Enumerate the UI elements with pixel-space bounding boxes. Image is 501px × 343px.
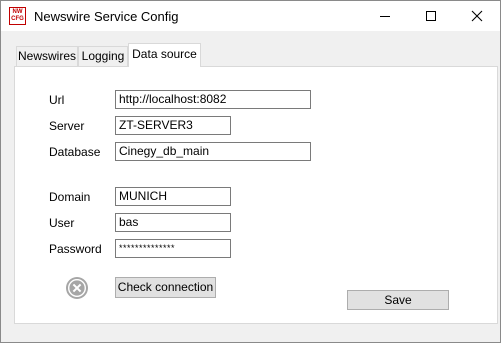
close-icon	[471, 10, 483, 22]
database-field[interactable]: Cinegy_db_main	[115, 142, 311, 161]
minimize-icon	[380, 16, 390, 17]
tab-newswires[interactable]: Newswires	[16, 46, 78, 66]
user-field[interactable]: bas	[115, 213, 231, 232]
url-label: Url	[49, 93, 65, 107]
password-label: Password	[49, 242, 102, 256]
server-label: Server	[49, 119, 85, 133]
maximize-icon	[426, 11, 436, 21]
app-window: NW CFG Newswire Service Config Newswires…	[0, 0, 501, 343]
minimize-button[interactable]	[362, 1, 408, 31]
app-icon: NW CFG	[9, 7, 26, 25]
domain-field[interactable]: MUNICH	[115, 187, 231, 206]
server-field[interactable]: ZT-SERVER3	[115, 116, 231, 135]
close-button[interactable]	[454, 1, 500, 31]
maximize-button[interactable]	[408, 1, 454, 31]
save-button[interactable]: Save	[347, 290, 449, 310]
domain-label: Domain	[49, 190, 91, 204]
x-circle-icon	[66, 277, 88, 299]
app-icon-line-1: NW	[12, 9, 23, 15]
password-field[interactable]: **************	[115, 239, 231, 258]
database-label: Database	[49, 145, 101, 159]
url-field[interactable]: http://localhost:8082	[115, 90, 311, 109]
user-label: User	[49, 216, 75, 230]
check-connection-button[interactable]: Check connection	[115, 277, 216, 298]
window-title: Newswire Service Config	[34, 9, 179, 24]
title-bar[interactable]: NW CFG Newswire Service Config	[1, 1, 500, 31]
tab-data-source[interactable]: Data source	[128, 43, 201, 67]
tab-logging[interactable]: Logging	[78, 46, 128, 66]
app-icon-line-2: CFG	[11, 16, 24, 22]
